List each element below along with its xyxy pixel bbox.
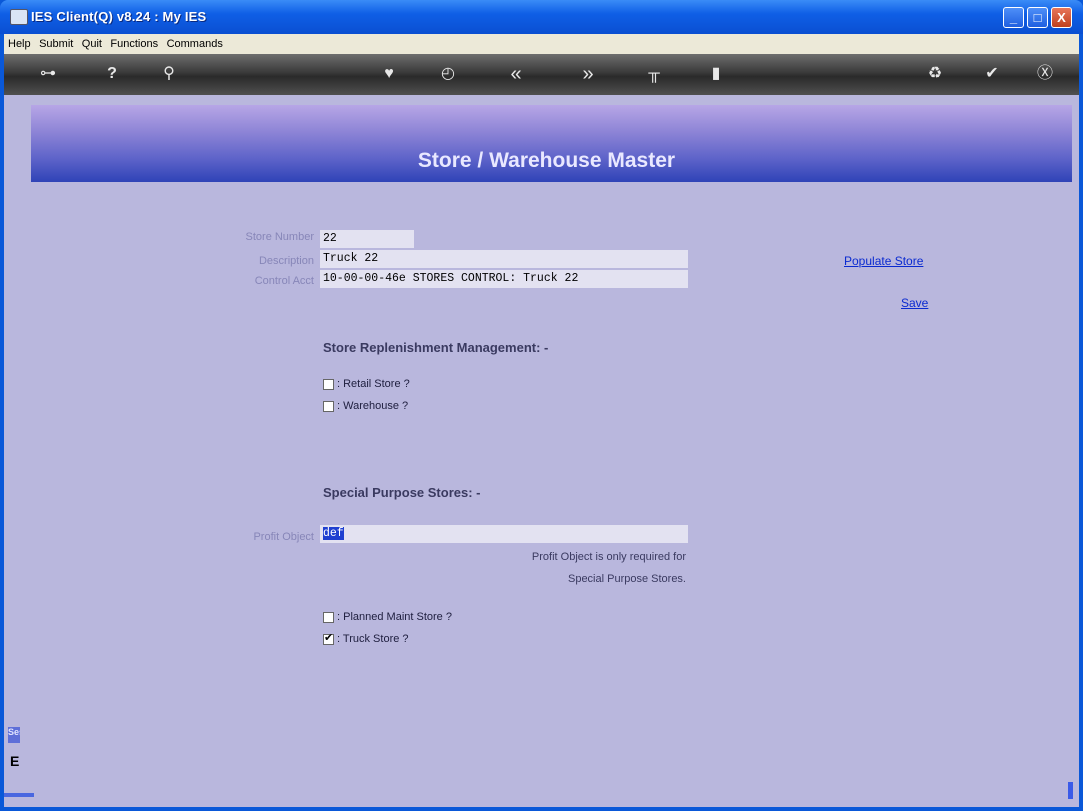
planned-maint-label: : Planned Maint Store ? — [337, 611, 452, 623]
scroll-indicator[interactable] — [1068, 782, 1073, 799]
planned-maint-checkbox[interactable] — [323, 611, 334, 623]
title-bar: IES Client(Q) v8.24 : My IES _ □ X — [0, 0, 1083, 34]
heart-icon[interactable]: ♥ — [379, 63, 399, 85]
description-label: Description — [258, 255, 314, 267]
toolbar: ⊶ ? ⚲ ♥ ◴ « » ╥ ▮ ♻ ✔ Ⓧ — [4, 54, 1079, 95]
control-acct-label: Control Acct — [254, 275, 314, 287]
truck-store-row: : Truck Store ? — [323, 631, 409, 646]
menu-quit[interactable]: Quit — [82, 38, 102, 50]
menu-help[interactable]: Help — [8, 38, 31, 50]
store-number-label: Store Number — [245, 231, 314, 243]
close-window-button[interactable]: X — [1051, 7, 1072, 28]
key-icon[interactable]: ⊶ — [28, 63, 68, 85]
menu-submit[interactable]: Submit — [39, 38, 73, 50]
page-banner: Store / Warehouse Master — [31, 105, 1072, 182]
clock-icon[interactable]: ◴ — [438, 63, 458, 85]
truck-store-checkbox[interactable] — [323, 631, 334, 645]
recycle-icon[interactable]: ♻ — [925, 63, 945, 85]
help-icon[interactable]: ? — [102, 63, 122, 85]
description-field[interactable]: Truck 22 — [320, 250, 688, 268]
forward-icon[interactable]: » — [578, 63, 598, 85]
maximize-button[interactable]: □ — [1027, 7, 1048, 28]
search-icon[interactable]: ⚲ — [159, 63, 179, 85]
warehouse-label: : Warehouse ? — [337, 400, 409, 412]
save-link[interactable]: Save — [901, 296, 928, 310]
retail-store-row: : Retail Store ? — [323, 377, 410, 391]
hierarchy-icon[interactable]: ╥ — [644, 63, 664, 85]
store-number-field[interactable]: 22 — [320, 230, 414, 248]
profit-object-note-line1: Profit Object is only required for — [531, 551, 686, 563]
menu-commands[interactable]: Commands — [167, 38, 223, 50]
warehouse-row: : Warehouse ? — [323, 399, 408, 413]
back-icon[interactable]: « — [506, 63, 526, 85]
page-title: Store / Warehouse Master — [417, 149, 676, 172]
retail-store-label: : Retail Store ? — [337, 378, 410, 390]
bottom-strip — [4, 793, 34, 797]
profit-object-field[interactable]: def — [320, 525, 688, 543]
profit-object-label: Profit Object — [253, 531, 314, 543]
control-acct-field[interactable]: 10-00-00-46e STORES CONTROL: Truck 22 — [320, 270, 688, 288]
populate-store-link[interactable]: Populate Store — [844, 254, 923, 268]
side-glyph: E — [10, 753, 20, 769]
profit-object-note-line2: Special Purpose Stores. — [567, 573, 686, 585]
check-icon[interactable]: ✔ — [982, 63, 1002, 85]
main-content: Store / Warehouse Master Store Number 22… — [4, 95, 1079, 807]
close-icon[interactable]: Ⓧ — [1034, 63, 1056, 85]
planned-maint-row: : Planned Maint Store ? — [323, 610, 452, 624]
truck-store-label: : Truck Store ? — [337, 633, 409, 645]
menu-functions[interactable]: Functions — [110, 38, 158, 50]
session-tab[interactable]: Ses — [8, 727, 20, 743]
minimize-button[interactable]: _ — [1003, 7, 1024, 28]
menu-bar: Help Submit Quit Functions Commands — [4, 34, 1079, 54]
window-title: IES Client(Q) v8.24 : My IES — [31, 9, 207, 24]
warehouse-checkbox[interactable] — [323, 400, 334, 412]
app-window: IES Client(Q) v8.24 : My IES _ □ X Help … — [0, 0, 1083, 811]
special-purpose-heading: Special Purpose Stores: - — [323, 485, 481, 500]
retail-store-checkbox[interactable] — [323, 378, 334, 390]
app-icon — [10, 9, 28, 25]
layout-icon[interactable]: ▮ — [706, 63, 726, 85]
profit-object-value: def — [323, 527, 344, 540]
replenishment-heading: Store Replenishment Management: - — [323, 340, 549, 355]
